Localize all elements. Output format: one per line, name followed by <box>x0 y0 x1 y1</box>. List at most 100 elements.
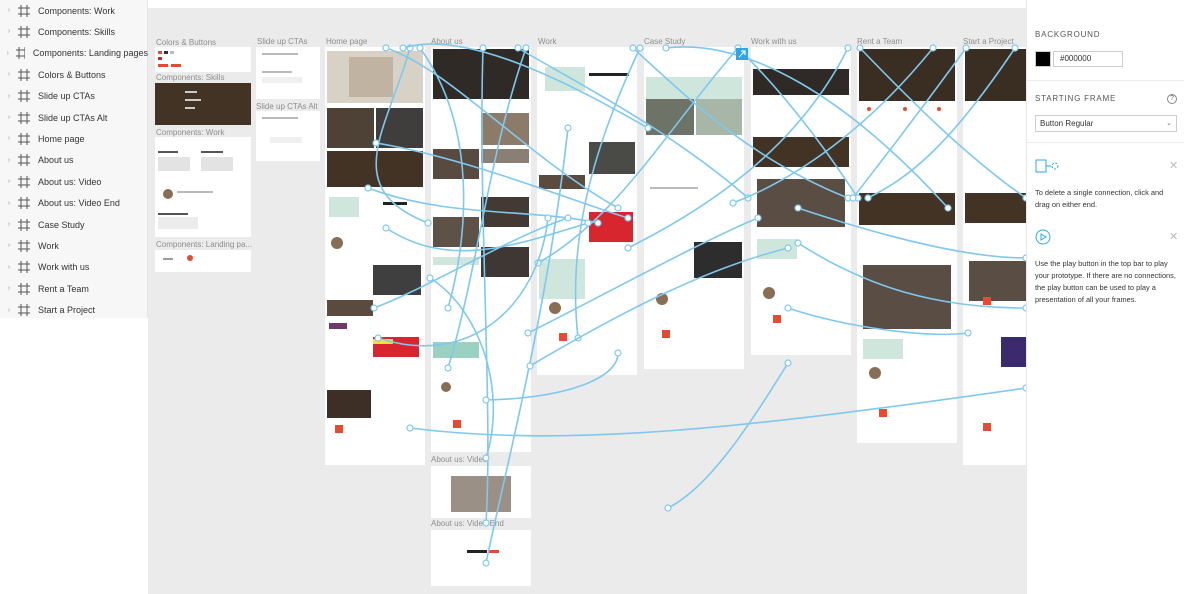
chevron-right-icon[interactable]: › <box>4 157 14 164</box>
connection-start-handle[interactable] <box>794 239 802 247</box>
connection-start-handle[interactable] <box>964 329 972 337</box>
connection-end-handle[interactable] <box>594 219 602 227</box>
connection-start-handle[interactable] <box>794 204 802 212</box>
background-hex-input[interactable]: #000000 <box>1053 51 1123 67</box>
connection-wire[interactable] <box>667 362 789 509</box>
connection-start-handle[interactable] <box>399 44 407 52</box>
connection-end-handle[interactable] <box>624 244 632 252</box>
connection-end-handle[interactable] <box>482 454 490 462</box>
chevron-right-icon[interactable]: › <box>4 93 14 100</box>
layer-item[interactable]: › Colors & Buttons <box>0 64 148 85</box>
starting-frame-dropdown[interactable]: Button Regular ⌄ <box>1035 115 1177 132</box>
connection-wire[interactable] <box>517 47 749 199</box>
connection-wire[interactable] <box>574 47 641 339</box>
layer-item[interactable]: › About us <box>0 150 148 171</box>
connection-start-handle[interactable] <box>482 396 490 404</box>
connection-wire[interactable] <box>732 47 934 204</box>
connection-start-handle[interactable] <box>364 184 372 192</box>
layer-item[interactable]: › Slide up CTAs <box>0 86 148 107</box>
connection-end-handle[interactable] <box>479 44 487 52</box>
chevron-right-icon[interactable]: › <box>4 71 14 78</box>
connection-end-handle[interactable] <box>849 194 857 202</box>
chevron-right-icon[interactable]: › <box>4 50 12 57</box>
chevron-right-icon[interactable]: › <box>4 221 14 228</box>
connection-start-handle[interactable] <box>844 44 852 52</box>
layer-item[interactable]: › Components: Skills <box>0 21 148 42</box>
chevron-right-icon[interactable]: › <box>4 242 14 249</box>
connection-start-handle[interactable] <box>526 362 534 370</box>
connection-start-handle[interactable] <box>962 44 970 52</box>
connection-end-handle[interactable] <box>444 304 452 312</box>
layer-item[interactable]: › Slide up CTAs Alt <box>0 107 148 128</box>
connection-wire[interactable] <box>485 352 619 401</box>
prototype-connections[interactable] <box>148 8 1026 594</box>
connection-start-handle[interactable] <box>522 44 530 52</box>
connection-start-handle[interactable] <box>929 44 937 52</box>
chevron-right-icon[interactable]: › <box>4 28 14 35</box>
connection-end-handle[interactable] <box>564 214 572 222</box>
connection-wire[interactable] <box>409 387 1026 437</box>
chevron-right-icon[interactable]: › <box>4 285 14 292</box>
connection-end-handle[interactable] <box>564 124 572 132</box>
layer-item[interactable]: › Start a Project <box>0 300 148 321</box>
connection-wire[interactable] <box>627 47 849 249</box>
chevron-right-icon[interactable]: › <box>4 200 14 207</box>
connection-end-handle[interactable] <box>584 219 592 227</box>
connection-start-handle[interactable] <box>382 224 390 232</box>
connection-start-handle[interactable] <box>382 44 390 52</box>
help-icon[interactable]: ? <box>1167 94 1177 104</box>
connection-wire[interactable] <box>867 47 1016 199</box>
prototype-canvas[interactable]: Colors & Buttons Slide up CTAs Home page… <box>148 8 1026 594</box>
connection-wire[interactable] <box>527 217 759 334</box>
layer-item[interactable]: › Components: Work <box>0 0 148 21</box>
connection-start-handle[interactable] <box>374 334 382 342</box>
connection-start-handle[interactable] <box>636 44 644 52</box>
connection-wire[interactable] <box>797 207 1026 259</box>
connection-wire[interactable] <box>385 222 589 252</box>
connection-start-handle[interactable] <box>426 274 434 282</box>
connection-end-handle[interactable] <box>444 364 452 372</box>
connection-start-handle[interactable] <box>514 44 522 52</box>
layer-item[interactable]: › Components: Landing pages <box>0 43 148 64</box>
layer-item[interactable]: › Work <box>0 235 148 256</box>
chevron-right-icon[interactable]: › <box>4 114 14 121</box>
close-icon[interactable]: ✕ <box>1169 161 1178 172</box>
chevron-right-icon[interactable]: › <box>4 264 14 271</box>
connection-start-handle[interactable] <box>662 44 670 52</box>
connection-wire[interactable] <box>797 242 1026 309</box>
connection-end-handle[interactable] <box>664 504 672 512</box>
connection-end-handle[interactable] <box>754 214 762 222</box>
connection-wire[interactable] <box>852 47 967 199</box>
connection-end-handle[interactable] <box>624 214 632 222</box>
layer-item[interactable]: › Home page <box>0 128 148 149</box>
connection-wire[interactable] <box>375 47 429 224</box>
connection-start-handle[interactable] <box>416 44 424 52</box>
connection-start-handle[interactable] <box>372 139 380 147</box>
chevron-right-icon[interactable]: › <box>4 307 14 314</box>
connection-wire[interactable] <box>787 307 969 336</box>
layer-item[interactable]: › About us: Video End <box>0 193 148 214</box>
layer-item[interactable]: › Rent a Team <box>0 278 148 299</box>
connection-end-handle[interactable] <box>614 349 622 357</box>
connection-start-handle[interactable] <box>406 424 414 432</box>
layer-item[interactable]: › Work with us <box>0 257 148 278</box>
connection-end-handle[interactable] <box>864 194 872 202</box>
connection-start-handle[interactable] <box>482 519 490 527</box>
connection-wire[interactable] <box>859 47 1026 199</box>
layer-item[interactable]: › About us: Video <box>0 171 148 192</box>
connection-start-handle[interactable] <box>629 44 637 52</box>
connection-end-handle[interactable] <box>729 199 737 207</box>
chevron-right-icon[interactable]: › <box>4 7 14 14</box>
connection-wire[interactable] <box>632 47 849 199</box>
close-icon[interactable]: ✕ <box>1169 232 1178 243</box>
connection-start-handle[interactable] <box>482 559 490 567</box>
connection-start-handle[interactable] <box>524 329 532 337</box>
layer-item[interactable]: › Case Study <box>0 214 148 235</box>
connection-end-handle[interactable] <box>784 304 792 312</box>
connection-end-handle[interactable] <box>784 244 792 252</box>
connection-end-handle[interactable] <box>944 204 952 212</box>
connection-start-handle[interactable] <box>1011 44 1019 52</box>
connection-end-handle[interactable] <box>614 204 622 212</box>
connection-start-handle[interactable] <box>370 304 378 312</box>
connection-wire[interactable] <box>537 47 739 264</box>
